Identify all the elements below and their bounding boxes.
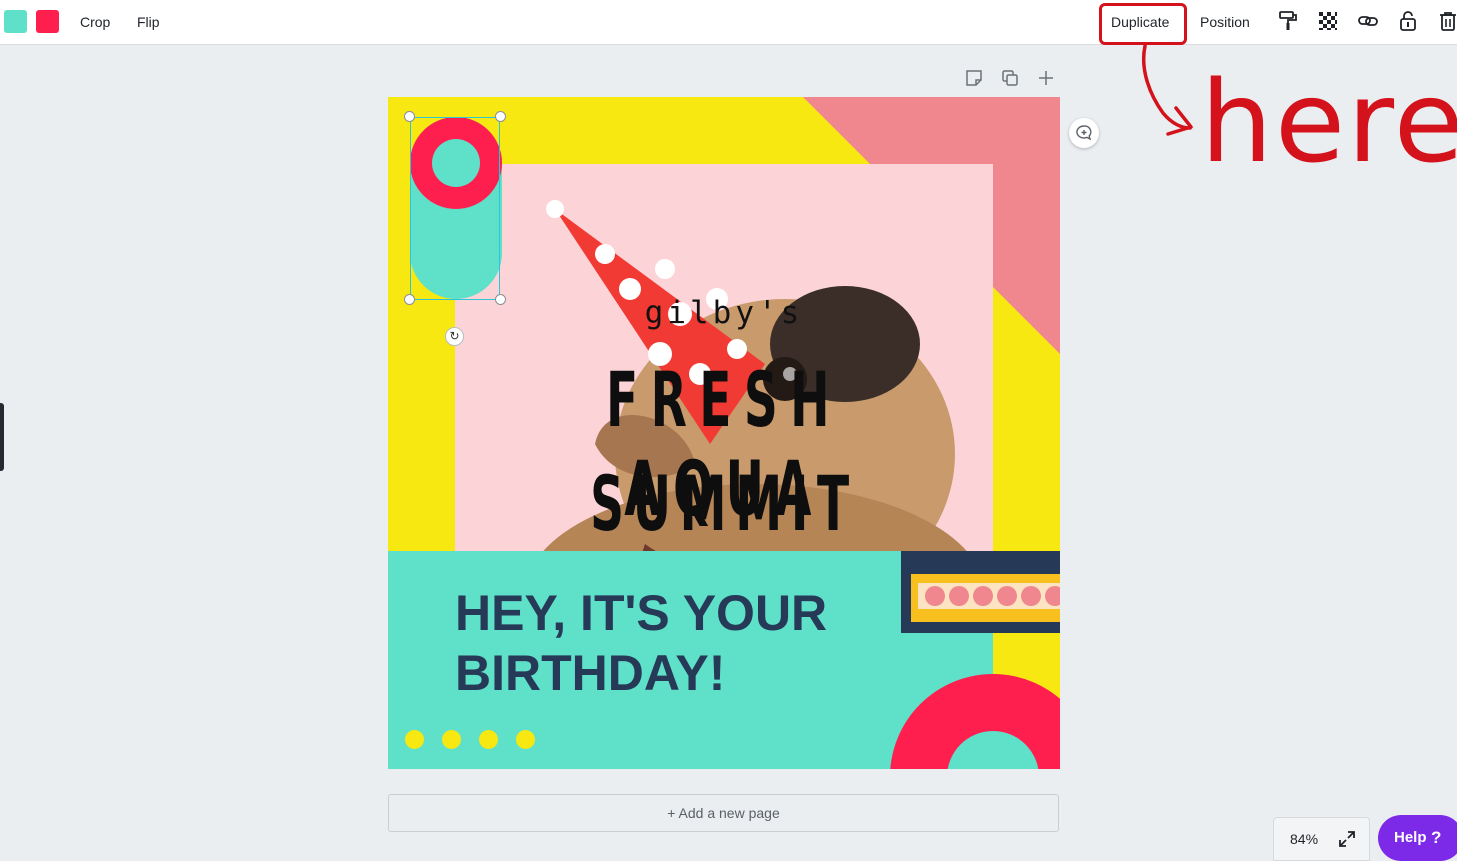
zoom-control[interactable]: 84% [1273, 817, 1370, 861]
add-page-icon[interactable] [1036, 68, 1056, 88]
annotation-text: here [1200, 58, 1457, 188]
color-swatch-red[interactable] [36, 10, 59, 33]
help-question-icon: ? [1431, 828, 1442, 847]
transparency-icon[interactable] [1317, 10, 1339, 32]
editor-toolbar: Crop Flip Duplicate Position [0, 0, 1457, 45]
paint-roller-icon[interactable] [1277, 10, 1299, 32]
unlock-icon[interactable] [1397, 10, 1419, 32]
side-panel-toggle[interactable] [0, 403, 4, 471]
trash-icon[interactable] [1437, 10, 1457, 32]
birthday-text[interactable]: HEY, IT'S YOUR BIRTHDAY! [455, 583, 875, 703]
annotation-highlight-box [1099, 3, 1187, 45]
help-button[interactable]: Help ? [1378, 815, 1457, 861]
zoom-value[interactable]: 84% [1290, 818, 1318, 860]
resize-handle-top-left[interactable] [404, 111, 415, 122]
yellow-dot [479, 730, 498, 749]
birthday-line-2: BIRTHDAY! [455, 645, 726, 701]
resize-handle-bottom-left[interactable] [404, 294, 415, 305]
selection-box [410, 117, 500, 300]
yellow-dot [516, 730, 535, 749]
comment-icon [1076, 125, 1092, 141]
yellow-dot [405, 730, 424, 749]
resize-handle-top-right[interactable] [495, 111, 506, 122]
yellow-dot [442, 730, 461, 749]
link-icon[interactable] [1357, 10, 1379, 32]
color-swatch-aqua[interactable] [4, 10, 27, 33]
add-new-page-button[interactable]: + Add a new page [388, 794, 1059, 832]
position-button[interactable]: Position [1200, 0, 1250, 44]
resize-handle-bottom-right[interactable] [495, 294, 506, 305]
add-note-icon[interactable] [964, 68, 984, 88]
rotate-icon[interactable]: ↻ [445, 327, 464, 346]
duplicate-page-icon[interactable] [1000, 68, 1020, 88]
flip-button[interactable]: Flip [137, 0, 160, 44]
fullscreen-icon[interactable] [1337, 829, 1357, 849]
crop-button[interactable]: Crop [80, 0, 110, 44]
add-comment-button[interactable] [1069, 118, 1099, 148]
help-label: Help [1394, 829, 1427, 846]
birthday-line-1: HEY, IT'S YOUR [455, 585, 828, 641]
